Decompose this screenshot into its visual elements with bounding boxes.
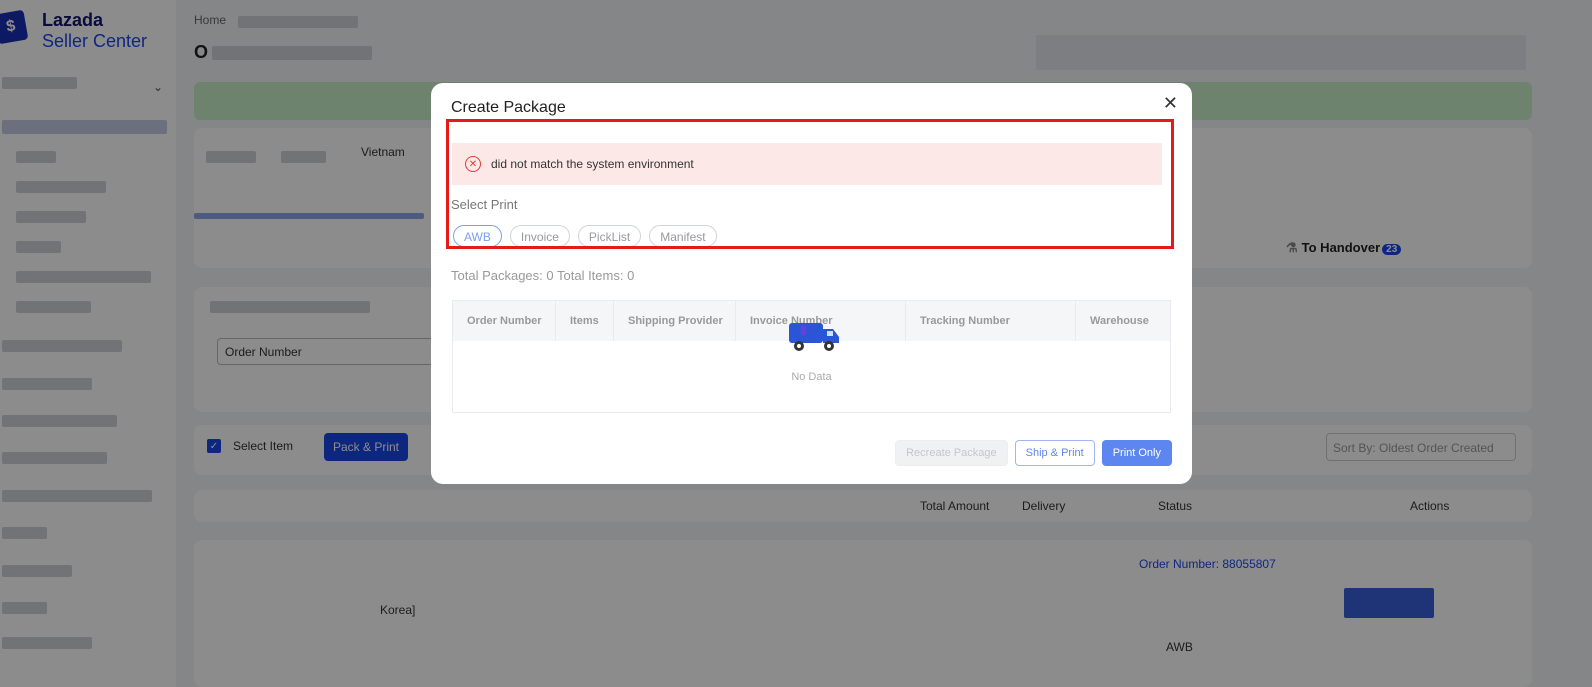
error-highlight-box — [446, 119, 1174, 249]
package-totals: Total Packages: 0 Total Items: 0 — [451, 268, 635, 283]
col-tracking-number: Tracking Number — [906, 301, 1076, 341]
package-table: Order Number Items Shipping Provider Inv… — [452, 300, 1171, 413]
close-icon[interactable]: ✕ — [1163, 93, 1178, 114]
ship-print-button[interactable]: Ship & Print — [1014, 440, 1095, 466]
delivery-truck-icon — [789, 323, 839, 351]
col-warehouse: Warehouse — [1090, 315, 1149, 327]
modal-title: Create Package — [451, 99, 566, 116]
col-order-number: Order Number — [453, 301, 556, 341]
col-items: Items — [556, 301, 614, 341]
empty-state: No Data — [791, 371, 832, 383]
col-shipping-provider: Shipping Provider — [614, 301, 736, 341]
modal-actions: Recreate Package Ship & Print Print Only — [895, 440, 1172, 466]
print-only-button[interactable]: Print Only — [1101, 440, 1172, 466]
recreate-package-button[interactable]: Recreate Package — [895, 440, 1008, 466]
